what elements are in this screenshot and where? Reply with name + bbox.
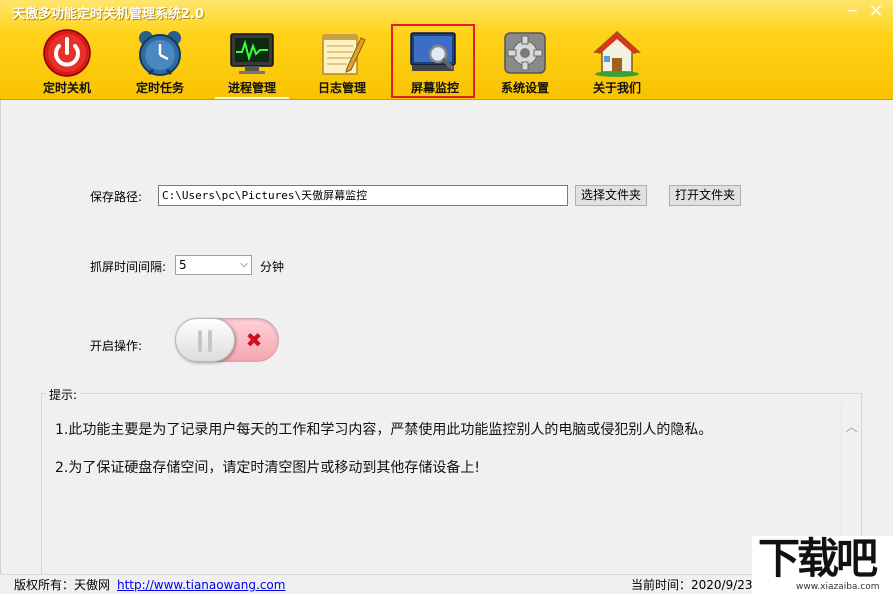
tips-textarea[interactable]: 1.此功能主要是为了记录用户每天的工作和学习内容，严禁使用此功能监控别人的电脑或… bbox=[42, 404, 860, 574]
enable-label: 开启操作: bbox=[90, 339, 143, 353]
choose-folder-button[interactable]: 选择文件夹 bbox=[575, 185, 647, 206]
toolbar-label: 定时任务 bbox=[135, 81, 184, 95]
open-folder-button[interactable]: 打开文件夹 bbox=[669, 185, 741, 206]
screen-magnifier-icon bbox=[410, 32, 456, 71]
main-toolbar: 定时关机 定时任务 进程管理 日志管理 屏幕监控 系统设置 关于我们 bbox=[0, 24, 893, 100]
toolbar-log[interactable]: 日志管理 bbox=[300, 24, 384, 98]
save-path-input[interactable]: C:\Users\pc\Pictures\天傲屏幕监控 bbox=[158, 185, 568, 206]
minimize-button[interactable]: ─ bbox=[842, 2, 862, 22]
toolbar-screen-monitor[interactable]: 屏幕监控 bbox=[391, 24, 475, 98]
interval-unit: 分钟 bbox=[260, 260, 285, 274]
gear-icon bbox=[504, 32, 546, 74]
toolbar-process[interactable]: 进程管理 bbox=[210, 24, 294, 98]
toolbar-shutdown[interactable]: 定时关机 bbox=[25, 24, 109, 98]
tips-legend: 提示: bbox=[46, 386, 81, 403]
app-header: 天傲多功能定时关机管理系统2.0 ─ × 定时关机 定时任务 进程管理 日志管理… bbox=[0, 0, 893, 100]
interval-label: 抓屏时间间隔: bbox=[90, 260, 167, 274]
watermark-logo: 下载吧 www.xiazaiba.com bbox=[752, 536, 893, 594]
enable-toggle[interactable]: ✖ bbox=[175, 318, 279, 362]
toolbar-settings[interactable]: 系统设置 bbox=[483, 24, 567, 98]
monitor-chart-icon bbox=[230, 33, 274, 74]
watermark-url: www.xiazaiba.com bbox=[796, 582, 880, 592]
save-path-label: 保存路径: bbox=[90, 190, 143, 204]
window-title: 天傲多功能定时关机管理系统2.0 bbox=[12, 7, 205, 22]
close-x-icon: ✖ bbox=[245, 328, 263, 352]
website-link[interactable]: http://www.tianaowang.com bbox=[117, 575, 285, 594]
toolbar-label: 进程管理 bbox=[210, 79, 294, 99]
watermark-main: 下载吧 bbox=[758, 534, 878, 583]
tip-line-1: 1.此功能主要是为了记录用户每天的工作和学习内容，严禁使用此功能监控别人的电脑或… bbox=[55, 422, 713, 438]
power-icon bbox=[43, 29, 91, 77]
toggle-grip bbox=[208, 330, 212, 352]
copyright-text: 版权所有：天傲网 bbox=[14, 578, 111, 592]
toggle-knob[interactable] bbox=[175, 318, 235, 362]
interval-select[interactable]: 5 ⌵ bbox=[175, 255, 252, 275]
notepad-icon bbox=[322, 34, 366, 75]
toggle-grip bbox=[198, 330, 202, 352]
toolbar-label: 关于我们 bbox=[592, 81, 641, 95]
tip-line-2: 2.为了保证硬盘存储空间，请定时清空图片或移动到其他存储设备上! bbox=[55, 460, 480, 476]
alarm-clock-icon bbox=[139, 31, 181, 76]
interval-value: 5 bbox=[179, 258, 187, 272]
toolbar-label: 屏幕监控 bbox=[410, 81, 459, 95]
toolbar-label: 日志管理 bbox=[317, 81, 366, 95]
close-button[interactable]: × bbox=[866, 2, 886, 22]
scroll-up-icon[interactable]: ︿ bbox=[842, 418, 861, 435]
chevron-down-icon: ⌵ bbox=[240, 259, 248, 270]
house-icon bbox=[593, 30, 641, 77]
current-time: 当前时间：2020/9/23 bbox=[631, 578, 753, 592]
toolbar-tasks[interactable]: 定时任务 bbox=[118, 24, 202, 98]
toolbar-about[interactable]: 关于我们 bbox=[575, 24, 659, 98]
toolbar-label: 定时关机 bbox=[42, 81, 91, 95]
toolbar-label: 系统设置 bbox=[500, 81, 549, 95]
